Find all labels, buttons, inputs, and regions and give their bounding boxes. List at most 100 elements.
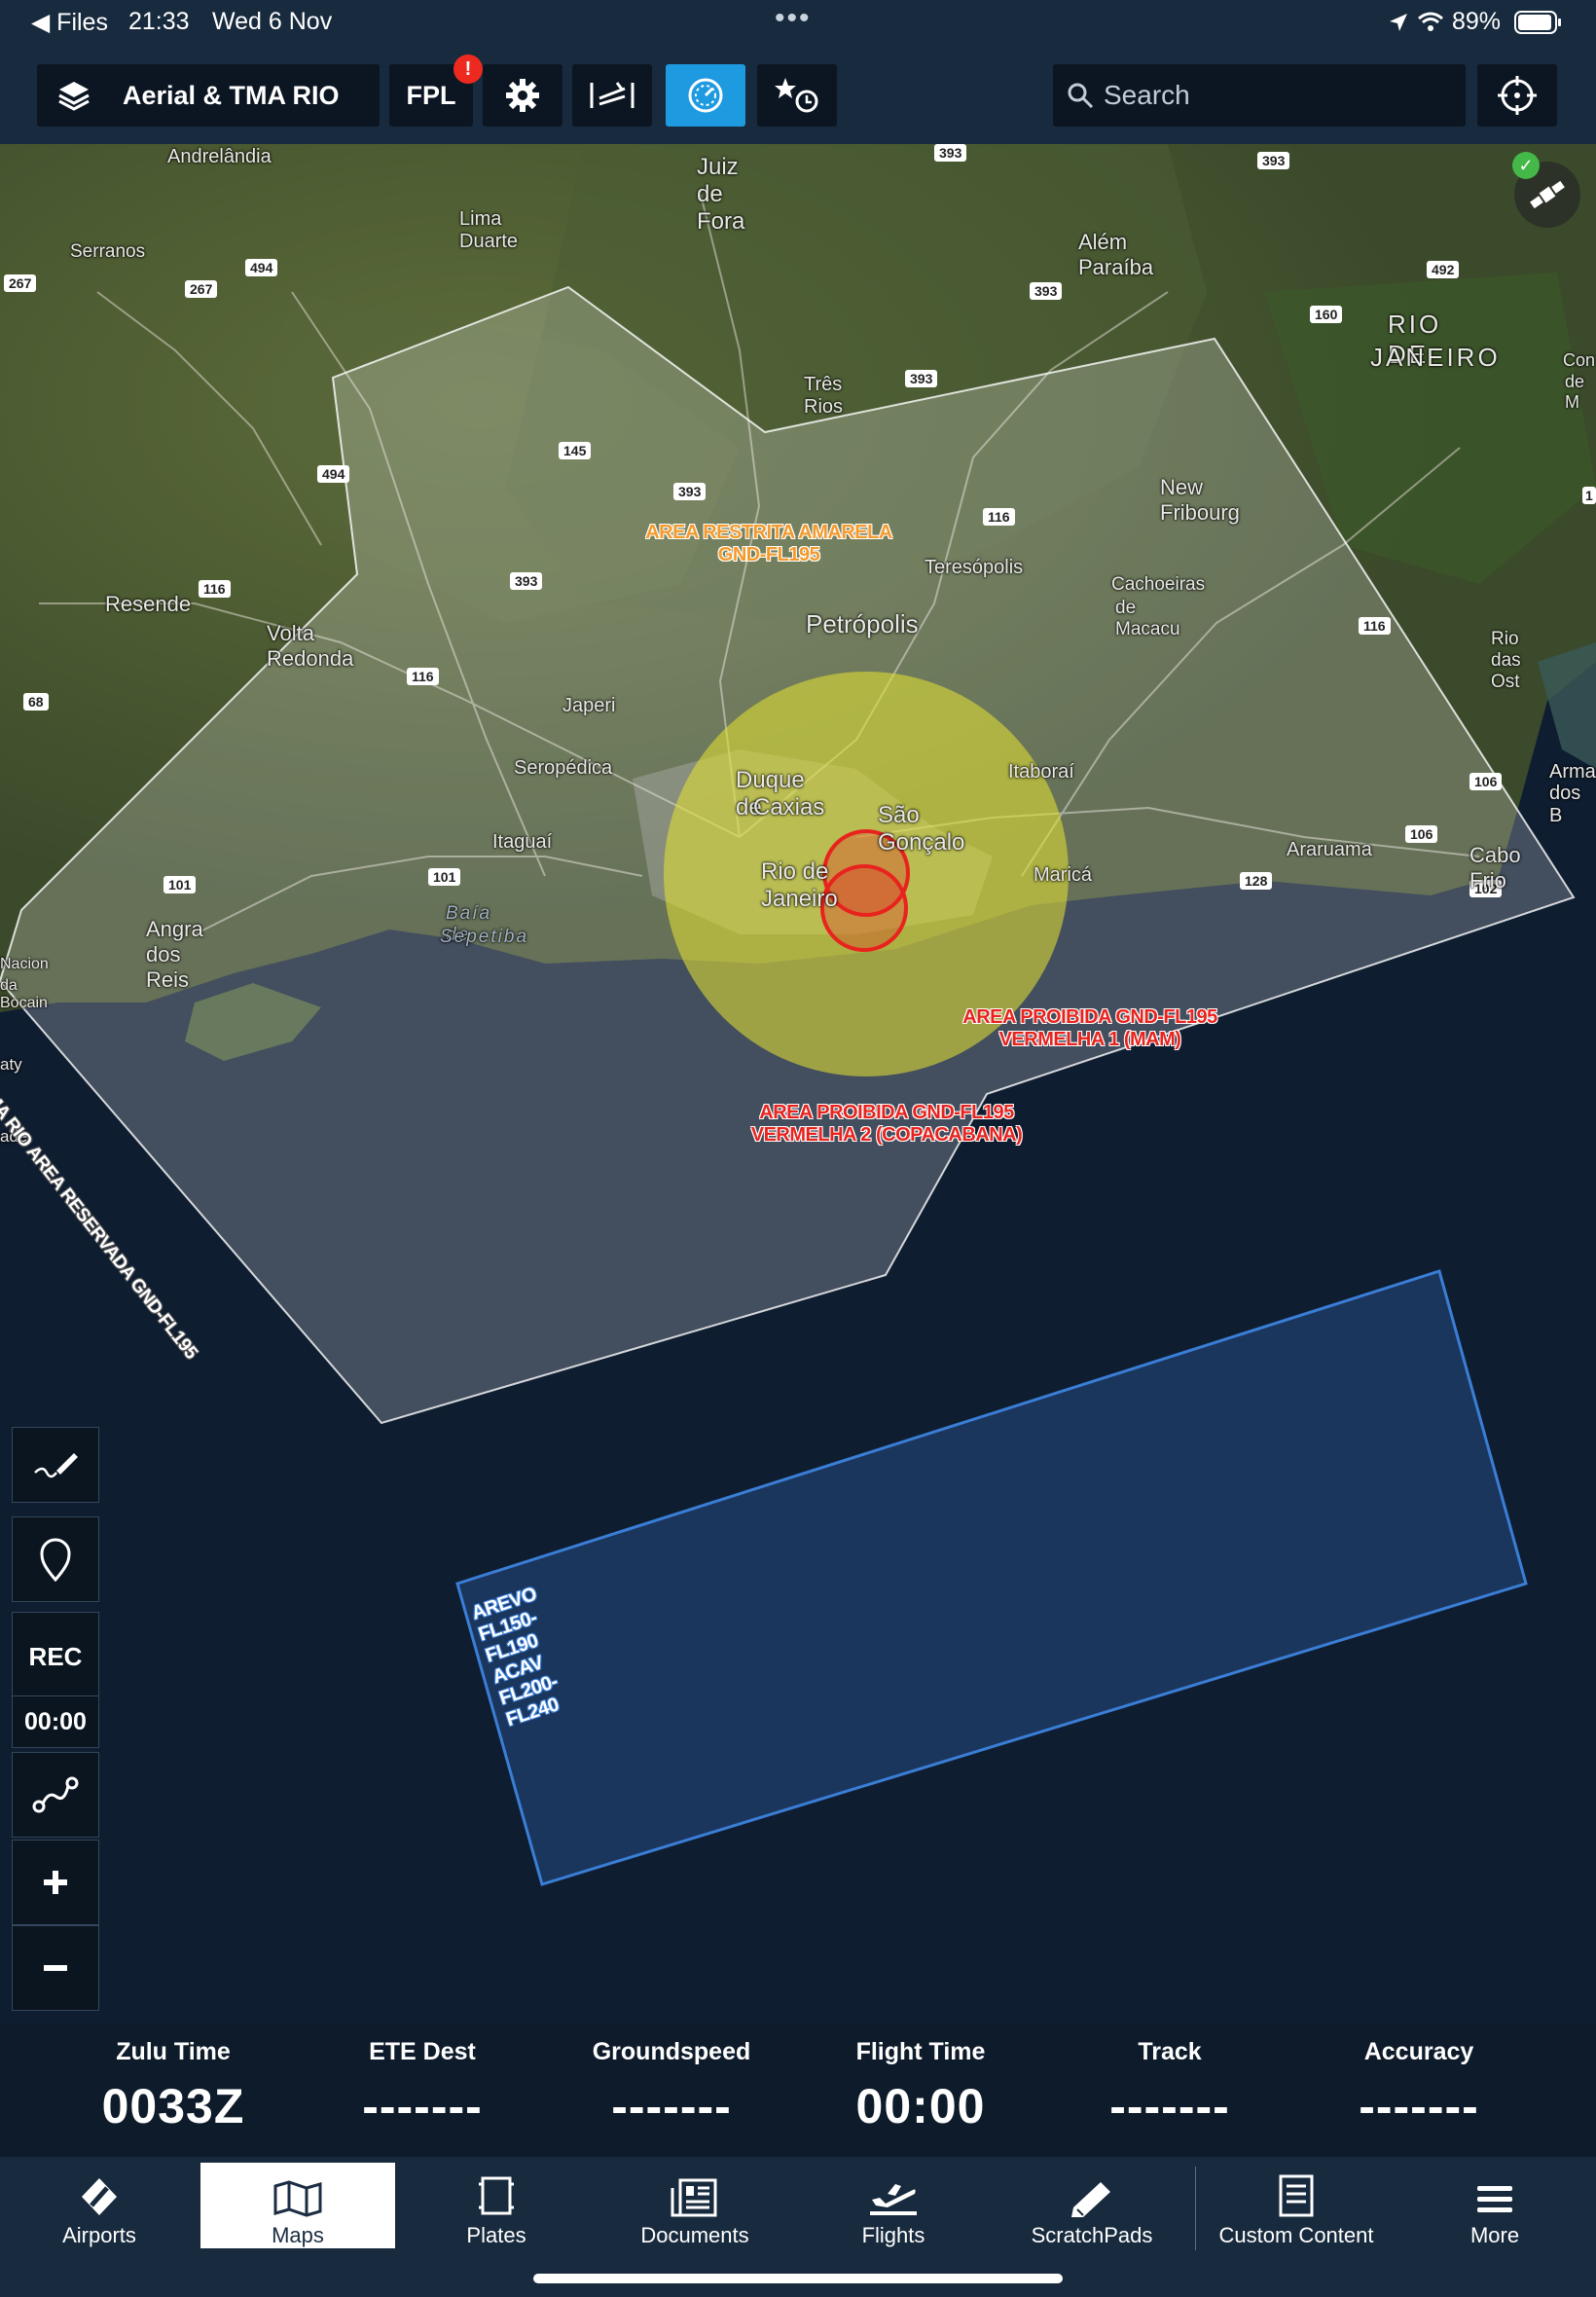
instrument-flight-time[interactable]: Flight Time 00:00	[796, 2038, 1045, 2134]
tab-custom-content[interactable]: Custom Content	[1199, 2163, 1394, 2248]
maps-icon	[273, 2180, 322, 2217]
road-shield: 116	[983, 508, 1015, 526]
road-shield: 393	[1030, 282, 1063, 300]
satellite-icon	[1530, 180, 1565, 209]
road-shield: 160	[1310, 306, 1343, 323]
favorites-recents-icon	[775, 78, 818, 113]
location-arrow-icon	[1390, 14, 1407, 31]
place-label: Nacion	[0, 956, 49, 972]
wind-barbs-button[interactable]	[572, 64, 652, 127]
place-marker-button[interactable]	[12, 1516, 99, 1602]
fpl-label: FPL	[406, 80, 456, 110]
status-bar: ◀ Files 21:33 Wed 6 Nov ••• 89%	[0, 0, 1596, 47]
search-icon	[1068, 83, 1094, 109]
place-label: Petrópolis	[806, 609, 919, 638]
zoom-in-button[interactable]	[12, 1840, 99, 1925]
place-label: São Gonçalo	[878, 802, 965, 856]
back-to-files-link[interactable]: ◀ Files	[31, 8, 108, 37]
wifi-icon	[1418, 12, 1443, 31]
place-marker-icon	[40, 1538, 71, 1582]
road-shield: 393	[673, 483, 707, 500]
place-label: Juiz de Fora	[697, 154, 745, 235]
road-shield: 116	[1359, 617, 1391, 635]
place-label: Itaboraí	[1008, 761, 1074, 783]
place-label: Maricá	[1034, 864, 1093, 886]
road-shield: 393	[905, 370, 938, 387]
restricted-area-label[interactable]: AREA RESTRITA AMARELA GND-FL195	[613, 522, 925, 566]
road-shield: 116	[407, 668, 439, 685]
road-shield: 393	[934, 144, 967, 162]
map-toolbar: Aerial & TMA RIO FPL ! Search	[0, 47, 1596, 144]
road-shield: 128	[1240, 872, 1273, 890]
road-shield: 1	[1582, 487, 1596, 504]
status-time: 21:33	[128, 8, 190, 35]
road-shield: 492	[1427, 261, 1460, 278]
tab-scratchpads[interactable]: ScratchPads	[995, 2163, 1189, 2248]
instrument-ete-dest[interactable]: ETE Dest -------	[298, 2038, 547, 2134]
documents-icon	[671, 2178, 717, 2217]
instrument-accuracy[interactable]: Accuracy -------	[1294, 2038, 1543, 2134]
tab-label: Airports	[62, 2223, 136, 2247]
tab-documents[interactable]: Documents	[598, 2163, 792, 2248]
locate-button[interactable]	[1477, 64, 1557, 127]
road-shield: 106	[1469, 773, 1503, 790]
prohibited-area-2-label[interactable]: AREA PROIBIDA GND-FL195 VERMELHA 2 (COPA…	[726, 1102, 1047, 1147]
rec-time: 00:00	[24, 1707, 87, 1735]
place-label: dos B	[1549, 783, 1581, 826]
favorites-recents-button[interactable]	[757, 64, 837, 127]
wind-barbs-icon	[590, 82, 635, 108]
tab-label: More	[1469, 2223, 1520, 2247]
zoom-out-icon	[44, 1965, 67, 1971]
search-field[interactable]: Search	[1053, 64, 1466, 127]
road-shield: 101	[428, 868, 461, 886]
route-button[interactable]	[12, 1752, 99, 1838]
tab-flights[interactable]: Flights	[796, 2163, 991, 2248]
home-indicator[interactable]	[533, 2274, 1063, 2283]
record-track-button[interactable]: REC	[12, 1612, 99, 1697]
tab-divider	[1195, 2167, 1196, 2250]
tab-plates[interactable]: Plates	[399, 2163, 594, 2248]
place-label: Três Rios	[804, 374, 844, 418]
tab-bar: Airports Maps Plates Documents Flights S…	[0, 2157, 1596, 2297]
fpl-button[interactable]: FPL !	[389, 55, 483, 127]
road-shield: 68	[23, 693, 49, 711]
draw-button[interactable]	[12, 1427, 99, 1503]
instrument-groundspeed[interactable]: Groundspeed -------	[547, 2038, 796, 2134]
prohibited-area-1-label[interactable]: AREA PROIBIDA GND-FL195 VERMELHA 1 (MAM)	[934, 1006, 1246, 1051]
road-shield: 106	[1405, 825, 1438, 843]
place-label: Serranos	[70, 241, 146, 262]
tab-airports[interactable]: Airports	[2, 2163, 197, 2248]
instrument-gauge-icon	[688, 78, 723, 113]
more-icon	[1477, 2186, 1512, 2212]
map-view[interactable]: 267 267 494 494 393 393 393 393 393 393 …	[0, 144, 1596, 2024]
instrument-zulu-time[interactable]: Zulu Time 0033Z	[49, 2038, 298, 2134]
flights-icon	[870, 2184, 917, 2215]
tab-more[interactable]: More	[1397, 2163, 1592, 2248]
place-label: Além Paraíba	[1078, 230, 1154, 279]
zoom-out-button[interactable]	[12, 1925, 99, 2011]
place-label: New Fribourg	[1160, 475, 1240, 525]
settings-button[interactable]	[483, 64, 562, 127]
place-label: Arma	[1549, 761, 1596, 783]
tab-label: Maps	[272, 2223, 324, 2247]
gps-status-button[interactable]: ✓	[1512, 152, 1580, 228]
instrument-track[interactable]: Track -------	[1045, 2038, 1294, 2134]
multitasking-dots-icon[interactable]: •••	[775, 2, 812, 35]
place-label: Sepetiba	[440, 927, 529, 947]
tab-label: ScratchPads	[1031, 2223, 1153, 2247]
road-shield: 267	[4, 274, 37, 292]
custom-content-icon	[1279, 2174, 1314, 2217]
place-label: Itaguaí	[492, 831, 553, 853]
route-icon	[32, 1776, 79, 1813]
instrument-button[interactable]	[666, 64, 745, 127]
place-label: Cachoeiras	[1111, 574, 1206, 595]
place-label: da Bocain	[0, 977, 48, 1011]
draw-icon	[34, 1453, 78, 1478]
tab-maps[interactable]: Maps	[200, 2163, 395, 2248]
place-label: aty	[0, 1055, 22, 1074]
airports-icon	[82, 2178, 117, 2215]
map-canvas	[0, 144, 1596, 2024]
battery-percent: 89%	[1452, 8, 1502, 35]
zoom-in-icon	[44, 1871, 67, 1894]
layers-button[interactable]: Aerial & TMA RIO	[37, 64, 380, 127]
